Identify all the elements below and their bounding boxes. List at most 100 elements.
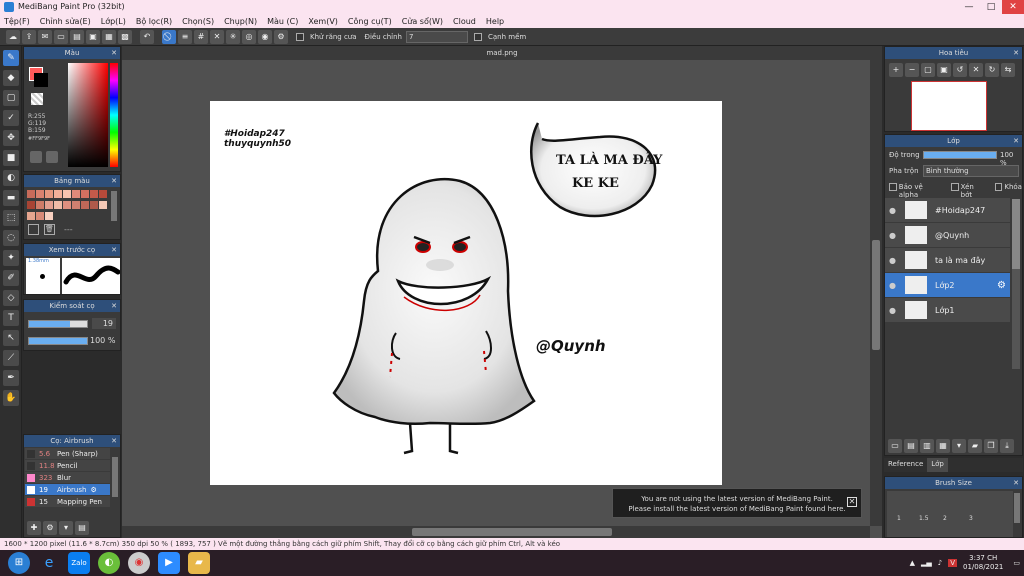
move-tool-icon[interactable]: ✥: [3, 130, 19, 146]
scrollbar-thumb[interactable]: [872, 240, 880, 350]
fill-rect-tool-icon[interactable]: ■: [3, 150, 19, 166]
cross-snap-icon[interactable]: ✕: [210, 29, 224, 44]
brush-size-2[interactable]: 2: [943, 515, 947, 522]
divide-tool-icon[interactable]: ⟋: [3, 350, 19, 366]
visibility-icon[interactable]: ●: [889, 306, 899, 315]
brush-copy-icon[interactable]: ▤: [75, 521, 89, 535]
zoom-in-icon[interactable]: +: [889, 63, 903, 77]
brush-opacity-slider[interactable]: [28, 337, 88, 345]
palette-swatch[interactable]: [81, 190, 89, 198]
palette-swatch[interactable]: [63, 201, 71, 209]
color-wheel-icon[interactable]: [30, 151, 42, 163]
pen-tool-icon[interactable]: ✓: [3, 110, 19, 126]
text-tool-icon[interactable]: T: [3, 310, 19, 326]
gear-icon[interactable]: ⚙: [90, 486, 96, 494]
palette-swatch[interactable]: [36, 201, 44, 209]
layer-opacity-slider[interactable]: [923, 151, 997, 159]
layer-item-ta-la-ma-day[interactable]: ● ta là ma đây: [885, 248, 1010, 272]
close-icon[interactable]: ✕: [111, 300, 117, 312]
zalo-icon[interactable]: Zalo: [68, 552, 90, 574]
palette-swatch[interactable]: [81, 201, 89, 209]
merge-layer-icon[interactable]: ⤓: [1000, 439, 1014, 453]
scrollbar-thumb[interactable]: [412, 528, 612, 536]
circle-snap-icon[interactable]: ◎: [242, 29, 256, 44]
palette-swatch[interactable]: [90, 201, 98, 209]
new-halftone-layer-icon[interactable]: ▤: [904, 439, 918, 453]
zoom-icon[interactable]: ▶: [158, 552, 180, 574]
volume-icon[interactable]: ♪: [938, 559, 942, 567]
folder-icon[interactable]: ▰: [968, 439, 982, 453]
hand-tool-icon[interactable]: ✋: [3, 390, 19, 406]
drawing-canvas[interactable]: #Hoidap247 thuyquynh50 TA LÀ MA ĐÂY KE K…: [210, 101, 722, 485]
palette-swatch[interactable]: [45, 212, 53, 220]
close-icon[interactable]: ✕: [1013, 477, 1019, 489]
brush-item-pen-sharp[interactable]: 5.6 Pen (Sharp): [25, 448, 110, 459]
layer-scrollbar[interactable]: [1012, 199, 1020, 369]
palette-swatch[interactable]: [45, 201, 53, 209]
layer-menu-icon[interactable]: ▾: [952, 439, 966, 453]
layer-item-hoidap[interactable]: ● #Hoidap247: [885, 198, 1010, 222]
save-icon[interactable]: ▣: [86, 29, 100, 44]
close-button[interactable]: ✕: [1002, 0, 1024, 14]
reset-icon[interactable]: ✕: [969, 63, 983, 77]
menu-help[interactable]: Help: [486, 17, 504, 26]
brush-menu-icon[interactable]: ▾: [59, 521, 73, 535]
palette-swatch[interactable]: [63, 190, 71, 198]
menu-filter[interactable]: Bộ lọc(R): [136, 17, 172, 26]
new-8bit-layer-icon[interactable]: ▥: [920, 439, 934, 453]
blend-select[interactable]: Bình thường: [923, 165, 1019, 177]
fit-icon[interactable]: ▢: [921, 63, 935, 77]
undo-icon[interactable]: ↶: [140, 29, 154, 44]
palette-scrollbar[interactable]: [111, 191, 117, 221]
close-icon[interactable]: ✕: [111, 175, 117, 187]
flip-icon[interactable]: ⇆: [1001, 63, 1015, 77]
coccoc-icon[interactable]: ◐: [98, 552, 120, 574]
close-icon[interactable]: ✕: [1013, 135, 1019, 147]
snap-checkbox[interactable]: [474, 32, 482, 41]
gradient-tool-icon[interactable]: ▬: [3, 190, 19, 206]
delete-palette-icon[interactable]: 🗑: [44, 224, 55, 235]
brush-item-blur[interactable]: 323 Blur: [25, 472, 110, 483]
close-icon[interactable]: ✕: [847, 497, 857, 507]
curve-snap-icon[interactable]: ◉: [258, 29, 272, 44]
palette-swatch[interactable]: [72, 201, 80, 209]
cloud-icon[interactable]: ☁: [6, 29, 20, 44]
menu-capture[interactable]: Chụp(N): [224, 17, 257, 26]
palette-swatch[interactable]: [36, 212, 44, 220]
tray-arrow-icon[interactable]: ▲: [910, 559, 915, 567]
chat-icon[interactable]: ✉: [38, 29, 52, 44]
palette-swatch[interactable]: [36, 190, 44, 198]
grid-icon[interactable]: ▩: [118, 29, 132, 44]
eyedropper-tool-icon[interactable]: ✒: [3, 370, 19, 386]
maximize-button[interactable]: □: [980, 0, 1002, 14]
adjust-select[interactable]: 7: [406, 30, 468, 43]
brush-size-1[interactable]: 1: [897, 515, 901, 522]
notice-line-2[interactable]: Please install the latest version of Med…: [613, 504, 861, 514]
eraser-tool-icon[interactable]: ◆: [3, 70, 19, 86]
rect-tool-icon[interactable]: ▢: [3, 90, 19, 106]
background-color[interactable]: [34, 73, 48, 87]
select-pen-tool-icon[interactable]: ✐: [3, 270, 19, 286]
palette-swatch[interactable]: [99, 190, 107, 198]
new-layer-icon[interactable]: ▭: [888, 439, 902, 453]
close-icon[interactable]: ✕: [1013, 47, 1019, 59]
operation-tool-icon[interactable]: ↖: [3, 330, 19, 346]
menu-view[interactable]: Xem(V): [308, 17, 338, 26]
start-icon[interactable]: ⊞: [8, 552, 30, 574]
lock-checkbox[interactable]: [994, 183, 1003, 191]
minimize-button[interactable]: —: [958, 0, 980, 14]
palette-swatch[interactable]: [99, 201, 107, 209]
chrome-icon[interactable]: ◉: [128, 552, 150, 574]
copy-layer-icon[interactable]: ❐: [984, 439, 998, 453]
layer-item-quynh[interactable]: ● @Quynh: [885, 223, 1010, 247]
brush-tool-icon[interactable]: ✎: [3, 50, 19, 66]
palette-swatch[interactable]: [27, 212, 35, 220]
palette-swatch[interactable]: [45, 190, 53, 198]
upload-icon[interactable]: ⇪: [22, 29, 36, 44]
canvas-vertical-scrollbar[interactable]: [870, 60, 882, 526]
palette-swatch[interactable]: [27, 201, 35, 209]
layer-item-lop2[interactable]: ● Lớp2 ⚙: [885, 273, 1010, 297]
new-1bit-layer-icon[interactable]: ▦: [936, 439, 950, 453]
new-file-icon[interactable]: ▭: [54, 29, 68, 44]
visibility-icon[interactable]: ●: [889, 281, 899, 290]
